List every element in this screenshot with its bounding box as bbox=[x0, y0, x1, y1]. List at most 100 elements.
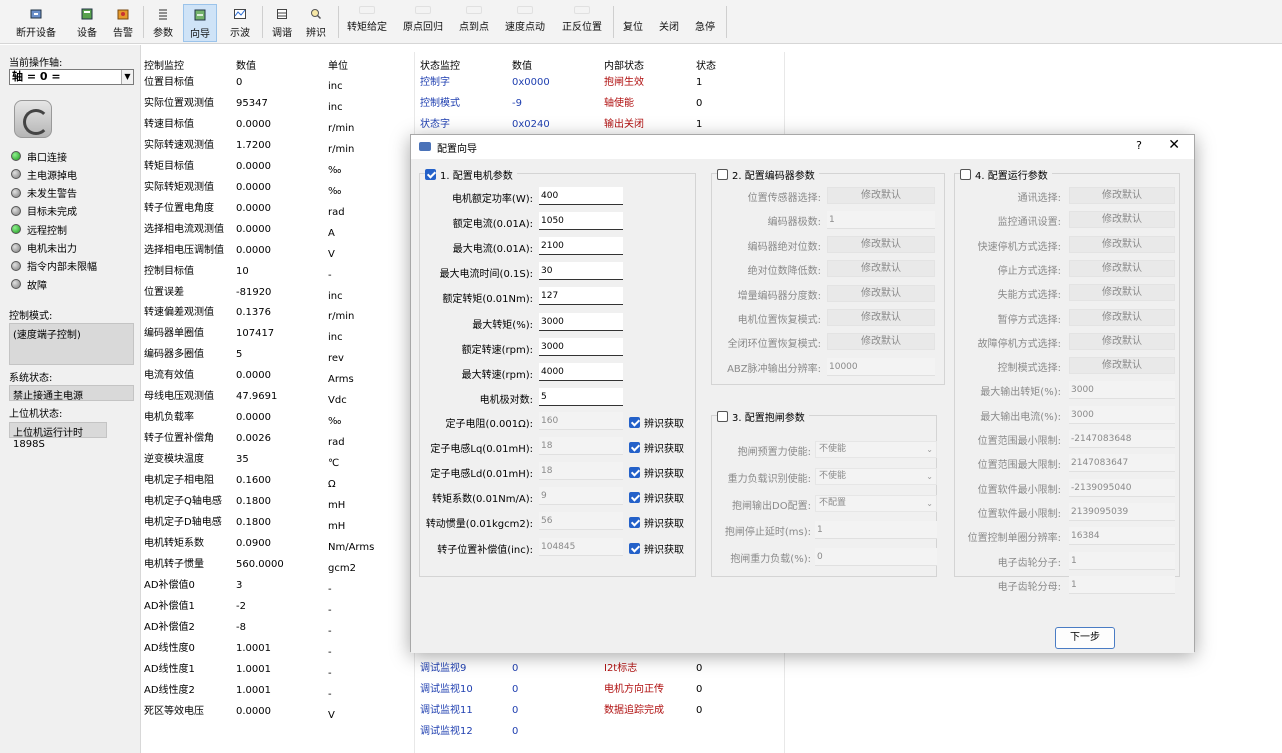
run-label: 电子齿轮分子: bbox=[997, 557, 1061, 569]
signal-unit: rad bbox=[328, 206, 345, 218]
motor-icon bbox=[14, 100, 52, 138]
auto-identify-checkbox[interactable]: 辨识获取 bbox=[629, 440, 684, 455]
signal-unit: r/min bbox=[328, 143, 355, 155]
parameters-button[interactable]: 参数 bbox=[150, 4, 176, 42]
signal-unit: - bbox=[328, 625, 332, 637]
motor-params-checkbox[interactable] bbox=[425, 169, 436, 180]
brake-select[interactable]: 不使能 ⌄ bbox=[815, 467, 937, 485]
checkbox-icon[interactable] bbox=[629, 442, 640, 454]
encoder-modify-button[interactable]: 修改默认 bbox=[827, 235, 935, 253]
checkbox-icon[interactable] bbox=[629, 492, 640, 504]
checkbox-icon[interactable] bbox=[629, 417, 640, 428]
status-row: 指令内部未限幅 bbox=[11, 258, 97, 274]
motor-params-title[interactable]: 1. 配置电机参数 bbox=[425, 167, 517, 182]
torque-setpoint-button[interactable]: 转矩给定 bbox=[347, 6, 387, 33]
axis-select[interactable]: 轴 = 0 = ▼ bbox=[9, 69, 134, 85]
status-row: 远程控制 bbox=[11, 221, 67, 237]
motor-param-input[interactable]: 30 bbox=[539, 262, 623, 281]
encoder-modify-button[interactable]: 修改默认 bbox=[827, 333, 935, 351]
checkbox-icon[interactable] bbox=[629, 542, 640, 554]
auto-identify-checkbox[interactable]: 辨识获取 bbox=[629, 415, 684, 430]
motor-param-input[interactable]: 400 bbox=[539, 187, 623, 205]
next-button[interactable]: 下一步 bbox=[1055, 627, 1115, 649]
status-label: 指令内部未限幅 bbox=[27, 262, 97, 274]
status-label: 未发生警告 bbox=[27, 189, 77, 201]
run-label: 位置控制单圈分辨率: bbox=[967, 533, 1061, 545]
run-params-title[interactable]: 4. 配置运行参数 bbox=[960, 167, 1052, 182]
reset-button[interactable]: 复位 bbox=[623, 18, 643, 33]
oscilloscope-button[interactable]: 示波 bbox=[227, 4, 253, 42]
checkbox-icon[interactable] bbox=[629, 467, 640, 479]
motor-param-input[interactable]: 127 bbox=[539, 287, 623, 306]
brake-label: 抱闸预置力使能: bbox=[737, 447, 811, 458]
checkbox-icon[interactable] bbox=[629, 517, 640, 529]
brake-select[interactable]: 不使能 ⌄ bbox=[815, 441, 937, 458]
run-modify-button[interactable]: 修改默认 bbox=[1069, 308, 1175, 326]
speed-jog-button[interactable]: 速度点动 bbox=[505, 6, 545, 33]
run-modify-button[interactable]: 修改默认 bbox=[1069, 259, 1175, 277]
brake-params-title[interactable]: 3. 配置抱闸参数 bbox=[717, 409, 809, 424]
encoder-label: 编码器极数: bbox=[767, 217, 821, 229]
signal-name: 转子位置电角度 bbox=[144, 202, 214, 214]
signal-value: 0.0026 bbox=[236, 433, 271, 445]
encoder-modify-button[interactable]: 修改默认 bbox=[827, 260, 935, 278]
close-icon[interactable]: ✕ bbox=[1168, 137, 1180, 153]
run-modify-button[interactable]: 修改默认 bbox=[1069, 187, 1175, 204]
homing-button[interactable]: 原点回归 bbox=[403, 6, 443, 33]
encoder-modify-button[interactable]: 修改默认 bbox=[827, 187, 935, 204]
toolbar-label: 参数 bbox=[153, 28, 173, 39]
signal-value: 10 bbox=[236, 265, 249, 277]
group-title-text: 2. 配置编码器参数 bbox=[732, 171, 815, 182]
encoder-params-title[interactable]: 2. 配置编码器参数 bbox=[717, 167, 819, 182]
internal-state: 数据追踪完成 bbox=[604, 704, 664, 716]
brake-params-checkbox[interactable] bbox=[717, 411, 728, 422]
disconnect-device-button[interactable]: 断开设备 bbox=[14, 4, 58, 42]
auto-identify-checkbox[interactable]: 辨识获取 bbox=[629, 515, 684, 530]
encoder-params-checkbox[interactable] bbox=[717, 169, 728, 180]
run-modify-button[interactable]: 修改默认 bbox=[1069, 211, 1175, 229]
run-params-checkbox[interactable] bbox=[960, 169, 971, 180]
motor-id-input: 56 bbox=[539, 512, 623, 531]
motor-param-input[interactable]: 3000 bbox=[539, 337, 623, 356]
run-modify-button[interactable]: 修改默认 bbox=[1069, 284, 1175, 302]
close-button[interactable]: 关闭 bbox=[659, 18, 679, 33]
identify-button[interactable]: 辨识 bbox=[303, 4, 329, 42]
tuning-button[interactable]: 调谐 bbox=[269, 4, 295, 42]
alarm-button[interactable]: 告警 bbox=[110, 4, 136, 42]
motor-param-input[interactable]: 1050 bbox=[539, 212, 623, 231]
run-modify-button[interactable]: 修改默认 bbox=[1069, 357, 1175, 375]
emergency-stop-button[interactable]: 急停 bbox=[695, 18, 715, 33]
forward-reverse-position-button[interactable]: 正反位置 bbox=[562, 6, 602, 33]
run-modify-button[interactable]: 修改默认 bbox=[1069, 332, 1175, 350]
device-button[interactable]: 设备 bbox=[74, 4, 100, 42]
auto-identify-checkbox[interactable]: 辨识获取 bbox=[629, 490, 684, 505]
brake-select[interactable]: 不配置 ⌄ bbox=[815, 494, 937, 512]
motor-param-input[interactable]: 3000 bbox=[539, 312, 623, 331]
signal-unit: Ω bbox=[328, 479, 336, 491]
signal-name: 转子位置补偿角 bbox=[144, 433, 214, 445]
signal-name: 转矩目标值 bbox=[144, 160, 194, 172]
wizard-button[interactable]: 向导 bbox=[183, 4, 217, 42]
motor-param-input[interactable]: 5 bbox=[539, 387, 623, 406]
motor-id-label: 定子电感Ld(0.01mH): bbox=[430, 469, 533, 481]
point-to-point-button[interactable]: 点到点 bbox=[459, 6, 489, 33]
motor-param-input[interactable]: 4000 bbox=[539, 362, 623, 381]
help-icon[interactable]: ? bbox=[1136, 139, 1142, 152]
encoder-modify-button[interactable]: 修改默认 bbox=[827, 309, 935, 326]
toolbar-label: 辨识 bbox=[306, 28, 326, 39]
auto-identify-checkbox[interactable]: 辨识获取 bbox=[629, 541, 684, 556]
chevron-down-icon[interactable]: ▼ bbox=[121, 70, 133, 84]
column-header: 单位 bbox=[328, 61, 348, 72]
signal-unit: - bbox=[328, 688, 332, 700]
signal-name: 电机定子Q轴电感 bbox=[144, 496, 222, 507]
motor-param-input[interactable]: 2100 bbox=[539, 237, 623, 256]
signal-name: 死区等效电压 bbox=[144, 705, 204, 717]
auto-identify-checkbox[interactable]: 辨识获取 bbox=[629, 465, 684, 480]
status-label: 故障 bbox=[27, 280, 47, 292]
run-modify-button[interactable]: 修改默认 bbox=[1069, 235, 1175, 253]
signal-value: -2 bbox=[236, 600, 246, 612]
signal-value: 0.0000 bbox=[236, 705, 271, 717]
run-label: 最大输出电流(%): bbox=[980, 411, 1061, 423]
status-name: 控制模式 bbox=[420, 97, 460, 109]
encoder-modify-button[interactable]: 修改默认 bbox=[827, 284, 935, 302]
